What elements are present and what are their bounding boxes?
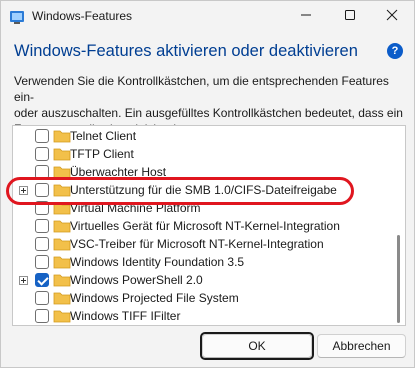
cancel-button[interactable]: Abbrechen [317, 334, 406, 358]
feature-label: Virtual Machine Platform [70, 201, 201, 215]
feature-label: Überwachter Host [70, 165, 167, 179]
minimize-button[interactable] [284, 1, 328, 33]
feature-label: Windows PowerShell 2.0 [70, 273, 203, 287]
feature-row-virtual-device-nt-kernel[interactable]: Virtuelles Gerät für Microsoft NT-Kernel… [13, 217, 393, 235]
feature-row-tiff-ifilter[interactable]: Windows TIFF IFilter [13, 307, 393, 325]
folder-icon [53, 219, 71, 233]
vertical-scrollbar-thumb[interactable] [397, 235, 400, 323]
control-panel-icon [9, 9, 25, 25]
feature-checkbox[interactable] [35, 129, 49, 143]
close-icon [386, 8, 398, 26]
folder-icon [53, 273, 71, 287]
close-button[interactable] [370, 1, 414, 33]
ok-button[interactable]: OK [202, 334, 312, 358]
window-title: Windows-Features [32, 9, 133, 23]
windows-features-dialog: Windows-Features Windows-Features aktivi… [0, 0, 415, 368]
description-line: oder auszuschalten. Ein ausgefülltes Kon… [14, 106, 403, 120]
feature-checkbox[interactable] [35, 309, 49, 323]
folder-icon [53, 291, 71, 305]
feature-checkbox[interactable] [35, 147, 49, 161]
feature-label: TFTP Client [70, 147, 134, 161]
feature-checkbox[interactable] [35, 255, 49, 269]
folder-icon [53, 165, 71, 179]
feature-label: Windows Projected File System [70, 291, 239, 305]
feature-row-windows-identity-foundation[interactable]: Windows Identity Foundation 3.5 [13, 253, 393, 271]
feature-label: Windows Identity Foundation 3.5 [70, 255, 245, 269]
features-tree[interactable]: Telnet Client TFTP Client Überwachter Ho… [12, 125, 406, 326]
expand-icon[interactable] [19, 276, 28, 285]
help-icon[interactable]: ? [387, 43, 403, 59]
feature-checkbox[interactable] [35, 183, 49, 197]
folder-icon [53, 237, 71, 251]
feature-row-ueberwachter-host[interactable]: Überwachter Host [13, 163, 393, 181]
folder-icon [53, 309, 71, 323]
feature-checkbox-checked[interactable] [35, 273, 49, 287]
maximize-button[interactable] [328, 1, 372, 33]
feature-row-vsc-driver-nt-kernel[interactable]: VSC-Treiber für Microsoft NT-Kernel-Inte… [13, 235, 393, 253]
description-line: Verwenden Sie die Kontrollkästchen, um d… [14, 74, 389, 104]
feature-row-tftp-client[interactable]: TFTP Client [13, 145, 393, 163]
feature-checkbox[interactable] [35, 219, 49, 233]
folder-icon [53, 129, 71, 143]
feature-row-windows-powershell[interactable]: Windows PowerShell 2.0 [13, 271, 393, 289]
feature-label: Windows TIFF IFilter [70, 309, 181, 323]
title-bar[interactable]: Windows-Features [1, 1, 414, 33]
folder-icon [53, 183, 71, 197]
feature-row-projected-file-system[interactable]: Windows Projected File System [13, 289, 393, 307]
minimize-icon [300, 8, 312, 26]
expand-icon[interactable] [19, 186, 28, 195]
feature-label: Unterstützung für die SMB 1.0/CIFS-Datei… [70, 183, 337, 197]
feature-label: Telnet Client [70, 129, 137, 143]
maximize-icon [344, 8, 356, 26]
feature-label: Virtuelles Gerät für Microsoft NT-Kernel… [70, 219, 340, 233]
feature-checkbox[interactable] [35, 237, 49, 251]
folder-icon [53, 201, 71, 215]
feature-label: VSC-Treiber für Microsoft NT-Kernel-Inte… [70, 237, 324, 251]
folder-icon [53, 147, 71, 161]
dialog-heading: Windows-Features aktivieren oder deaktiv… [14, 42, 358, 60]
feature-row-smb1-cifs[interactable]: Unterstützung für die SMB 1.0/CIFS-Datei… [13, 181, 393, 199]
feature-checkbox[interactable] [35, 201, 49, 215]
folder-icon [53, 255, 71, 269]
feature-row-virtual-machine-platform[interactable]: Virtual Machine Platform [13, 199, 393, 217]
feature-checkbox[interactable] [35, 165, 49, 179]
feature-row-telnet-client[interactable]: Telnet Client [13, 127, 393, 145]
feature-checkbox[interactable] [35, 291, 49, 305]
